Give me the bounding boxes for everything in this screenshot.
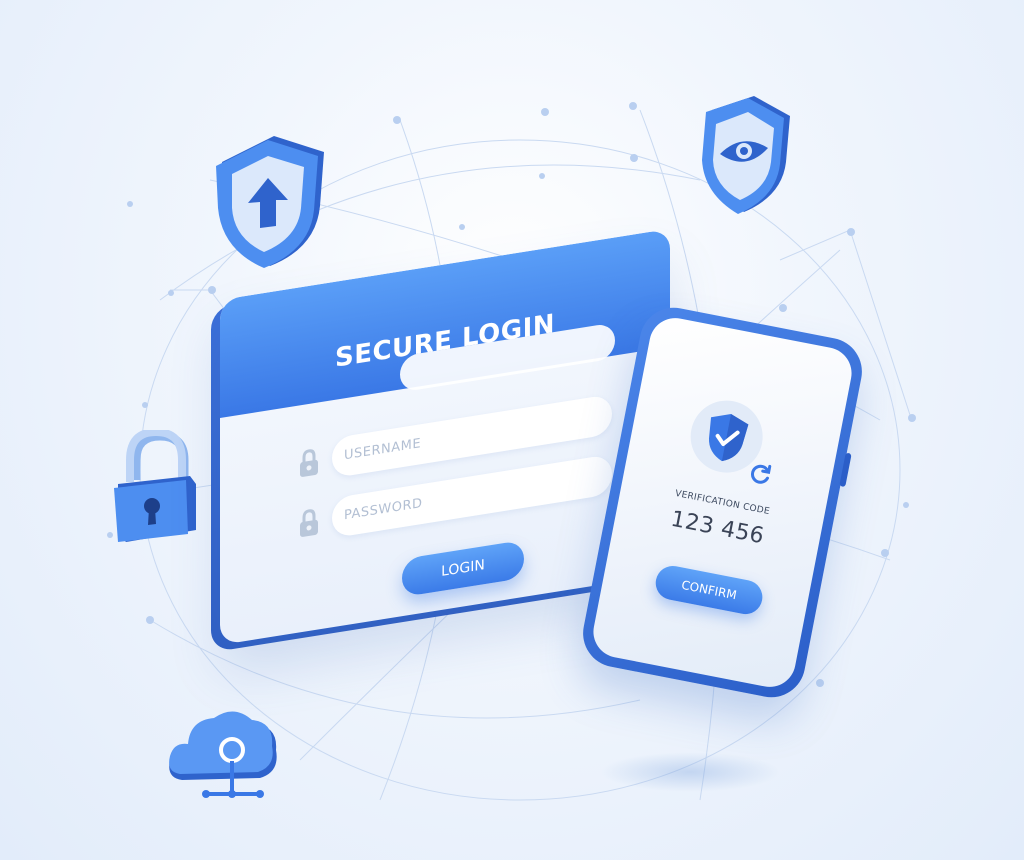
lock-icon — [300, 449, 318, 477]
phone-shadow — [600, 752, 780, 792]
cloud-network-icon — [169, 711, 277, 798]
login-button[interactable]: LOGIN — [402, 539, 524, 598]
refresh-icon[interactable] — [748, 461, 774, 487]
padlock-icon — [114, 430, 196, 542]
lock-icon — [300, 509, 318, 537]
shield-eye-icon — [702, 96, 790, 214]
confirm-button[interactable]: CONFIRM — [652, 563, 766, 618]
shield-upload-icon — [216, 136, 324, 268]
